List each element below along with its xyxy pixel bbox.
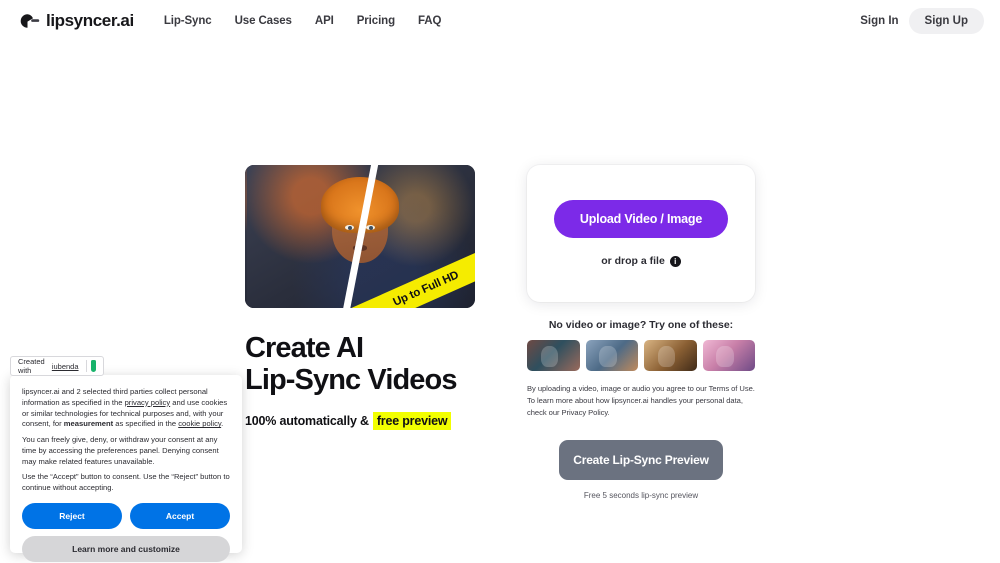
sample-thumbnail-3[interactable] xyxy=(644,340,697,371)
cookie-learn-more-button[interactable]: Learn more and customize xyxy=(22,536,230,563)
hero-section: Up to Full HD Create AI Lip-Sync Videos … xyxy=(245,165,475,500)
cookie-policy-link[interactable]: cookie policy xyxy=(178,419,221,428)
nav-item-faq[interactable]: FAQ xyxy=(418,15,441,27)
hero-subtitle: 100% automatically & free preview xyxy=(245,411,475,430)
iubenda-link[interactable]: iubenda xyxy=(52,362,79,371)
upload-video-image-button[interactable]: Upload Video / Image xyxy=(553,200,729,238)
hero-subtitle-prefix: 100% automatically & xyxy=(245,413,369,428)
cookie-paragraph-2: You can freely give, deny, or withdraw y… xyxy=(22,435,219,466)
subject-eye-right xyxy=(366,225,375,230)
brand-logo[interactable]: lipsyncer.ai xyxy=(18,11,134,31)
cookie-consent-banner: lipsyncer.ai and 2 selected third partie… xyxy=(10,375,242,563)
lipsyncer-mark-icon xyxy=(20,13,40,28)
drop-file-hint: or drop a file i xyxy=(601,255,681,267)
cookie-consent-text: lipsyncer.ai and 2 selected third partie… xyxy=(22,387,230,494)
drop-file-label: or drop a file xyxy=(601,255,665,267)
sign-in-link[interactable]: Sign In xyxy=(860,15,898,27)
upload-dropzone[interactable]: Upload Video / Image or drop a file i xyxy=(527,165,755,302)
cookie-p1-part-d: . xyxy=(221,419,224,429)
iubenda-badge[interactable]: Created with iubenda xyxy=(10,356,104,376)
hero-subtitle-highlight: free preview xyxy=(372,411,452,430)
samples-heading: No video or image? Try one of these: xyxy=(548,319,734,331)
hero-title-line-1: Create AI xyxy=(245,332,364,364)
iubenda-divider xyxy=(85,360,87,372)
nav-item-api[interactable]: API xyxy=(315,15,334,27)
shield-icon xyxy=(91,360,97,372)
main-nav: Lip-Sync Use Cases API Pricing FAQ xyxy=(164,15,442,27)
sign-up-button[interactable]: Sign Up xyxy=(908,7,984,34)
header-actions: Sign In Sign Up xyxy=(860,7,984,34)
cookie-paragraph-3: Use the “Accept” button to consent. Use … xyxy=(22,472,230,493)
privacy-policy-link[interactable]: privacy policy xyxy=(125,398,171,407)
cookie-reject-button[interactable]: Reject xyxy=(22,503,122,530)
nav-item-lip-sync[interactable]: Lip-Sync xyxy=(164,15,212,27)
iubenda-prefix: Created with xyxy=(18,357,45,375)
nav-item-pricing[interactable]: Pricing xyxy=(357,15,395,27)
cookie-p1-part-c: as specified in the xyxy=(113,419,179,429)
brand-name: lipsyncer.ai xyxy=(46,10,134,30)
hero-title-line-2: Lip-Sync Videos xyxy=(245,364,457,397)
subject-eye-left xyxy=(345,225,354,230)
sample-thumbnails xyxy=(527,340,755,371)
sample-thumbnail-1[interactable] xyxy=(527,340,580,371)
site-header: lipsyncer.ai Lip-Sync Use Cases API Pric… xyxy=(0,0,1000,41)
cookie-paragraph-1: lipsyncer.ai and 2 selected third partie… xyxy=(22,387,230,430)
cookie-accept-button[interactable]: Accept xyxy=(130,503,230,530)
upload-legal-text: By uploading a video, image or audio you… xyxy=(527,384,755,417)
page-title: Create AI Lip-Sync Videos xyxy=(245,332,475,397)
sample-thumbnail-4[interactable] xyxy=(702,340,755,371)
cookie-action-row: Reject Accept xyxy=(22,503,230,530)
hero-before-after-image: Up to Full HD xyxy=(245,165,475,308)
nav-item-use-cases[interactable]: Use Cases xyxy=(235,15,292,27)
upload-panel: Upload Video / Image or drop a file i No… xyxy=(527,165,755,500)
info-icon[interactable]: i xyxy=(669,255,681,267)
create-lip-sync-preview-button[interactable]: Create Lip-Sync Preview xyxy=(559,440,723,481)
create-preview-note: Free 5 seconds lip-sync preview xyxy=(583,491,699,501)
cookie-p1-bold: measurement xyxy=(63,419,114,429)
sample-thumbnail-2[interactable] xyxy=(585,340,638,371)
